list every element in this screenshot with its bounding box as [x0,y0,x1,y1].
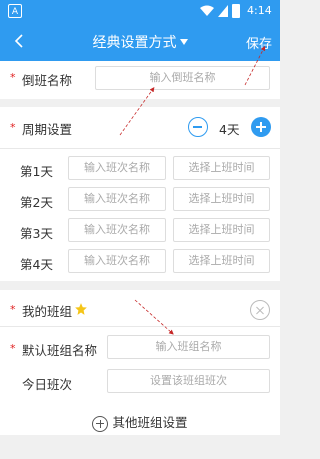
other-groups-label: 其他班组设置 [112,415,188,430]
star-icon [75,303,87,315]
day-label: 第4天 [20,257,53,272]
day-label: 第2天 [20,195,53,210]
delete-group-icon[interactable] [250,300,270,320]
my-group-section: * 我的班组 * 默认班组名称 输入班组名称 今日班次 设置该班组班次 其他班组… [0,290,280,435]
wifi-icon [200,5,214,16]
required-mark: * [10,121,16,134]
app-notification-icon: A [8,4,22,18]
today-shift-label: 今日班次 [22,377,73,392]
day-shift-name-input[interactable]: 输入班次名称 [68,156,166,180]
day-label: 第1天 [20,164,53,179]
day-start-time-input[interactable]: 选择上班时间 [173,218,270,242]
day-start-time-input[interactable]: 选择上班时间 [173,187,270,211]
shift-name-label: 倒班名称 [22,73,73,88]
title-dropdown[interactable]: 经典设置方式 [0,32,280,52]
day-start-time-input[interactable]: 选择上班时间 [173,249,270,273]
day-shift-name-input[interactable]: 输入班次名称 [68,218,166,242]
shift-name-input[interactable]: 输入倒班名称 [95,66,270,90]
day-start-time-input[interactable]: 选择上班时间 [173,156,270,180]
divider [0,148,280,149]
other-groups-button[interactable]: 其他班组设置 [0,412,280,432]
cycle-days-value: 4天 [219,122,240,137]
day-label: 第3天 [20,226,53,241]
caret-down-icon [179,39,188,45]
cycle-label: 周期设置 [22,122,73,137]
add-circle-icon [92,415,109,432]
default-group-label: 默认班组名称 [22,343,98,358]
today-shift-input[interactable]: 设置该班组班次 [107,369,270,393]
my-group-label: 我的班组 [22,304,73,319]
save-button[interactable]: 保存 [246,33,272,52]
day-shift-name-input[interactable]: 输入班次名称 [68,249,166,273]
status-bar: A 4:14 [0,0,280,24]
page-title: 经典设置方式 [92,35,177,51]
shift-name-section: * 倒班名称 输入倒班名称 [0,61,280,99]
status-time: 4:14 [247,4,272,17]
decrease-days-button[interactable] [188,117,208,137]
required-mark: * [10,303,16,316]
signal-icon [218,5,228,17]
default-group-input[interactable]: 输入班组名称 [107,335,270,359]
battery-icon [232,4,240,18]
app-bar: 经典设置方式 保存 [0,24,280,61]
cycle-section: * 周期设置 4天 第1天 输入班次名称 选择上班时间 第2天 输入班次名称 选… [0,107,280,281]
day-shift-name-input[interactable]: 输入班次名称 [68,187,166,211]
increase-days-button[interactable] [251,117,271,137]
divider [0,326,280,327]
required-mark: * [10,342,16,355]
required-mark: * [10,71,16,84]
